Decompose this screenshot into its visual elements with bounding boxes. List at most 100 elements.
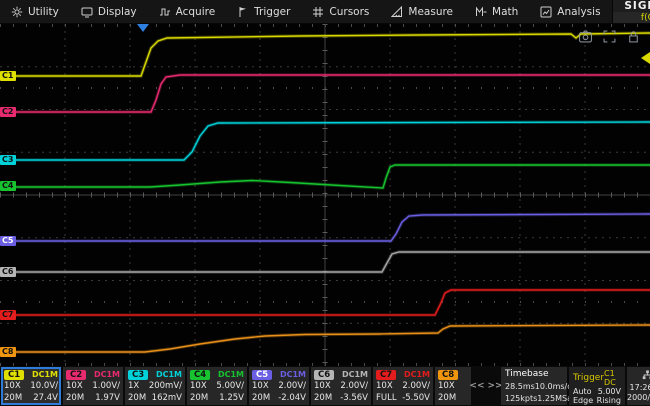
coupling-label: DC1M (342, 370, 368, 379)
edge-label-c5[interactable]: C5 (0, 236, 16, 246)
crosshair-icon (312, 6, 324, 18)
timebase-panel[interactable]: Timebase 28.5ms10.0ms/div 125kpts1.25MSa… (501, 367, 567, 405)
clock-date: 2000/3/16 (627, 393, 650, 402)
channel-offset: 27.4V (33, 393, 58, 403)
menu-label: Display (98, 6, 137, 18)
channel-descriptor-c4[interactable]: C4DC1M 10X5.00V/ 20M1.25V (187, 367, 247, 405)
bandwidth-limit: 20M (128, 393, 146, 403)
menu-label: Utility (28, 6, 59, 18)
waveform-display: C1 C2 C3 C4 C5 C6 C7 C8 (0, 24, 650, 366)
menu-label: Math (492, 6, 518, 18)
edge-label-c3[interactable]: C3 (0, 155, 16, 165)
channel-chip: C4 (190, 370, 210, 380)
probe-attenuation: 10X (438, 381, 455, 391)
channel-descriptor-c7[interactable]: C7DC1M 10X2.00V/ FULL-5.50V (373, 367, 433, 405)
trigger-source: C1 DC (604, 369, 621, 387)
coupling-label: DC1M (94, 370, 120, 379)
volt-scale: 10.0V/ (30, 381, 58, 391)
channel-offset: 1.97V (95, 393, 120, 403)
frequency-counter: f(C1) < 2.0Hz (641, 13, 650, 23)
clock-panel: 17:26:07 2000/3/16 (627, 367, 650, 405)
channel-descriptor-c2[interactable]: C2DC1M 10X1.00V/ 20M1.97V (63, 367, 123, 405)
expand-icon[interactable] (603, 28, 616, 47)
menu-item-utility[interactable]: Utility (0, 0, 70, 23)
status-bar: C1DC1M 10X10.0V/ 20M27.4V C2DC1M 10X1.00… (0, 366, 650, 406)
menu-item-cursors[interactable]: Cursors (301, 0, 380, 23)
channel-chip: C5 (252, 370, 272, 380)
trigger-title: Trigger (573, 373, 604, 383)
coupling-label: DC1M (280, 370, 306, 379)
trigger-level-marker[interactable] (641, 52, 650, 64)
channel-chip: C8 (438, 370, 458, 380)
channel-descriptor-c6[interactable]: C6DC1M 10X2.00V/ 20M-3.56V (311, 367, 371, 405)
channel-descriptor-c8[interactable]: C8 10X 20M (435, 367, 471, 405)
pager-prev-button[interactable]: << (469, 381, 484, 391)
edge-label-c8[interactable]: C8 (0, 347, 16, 357)
math-icon (475, 6, 487, 18)
gear-icon (11, 6, 23, 18)
channel-chip: C3 (128, 370, 148, 380)
channel-pager: << >> (473, 367, 499, 405)
probe-attenuation: 1X (128, 381, 139, 391)
menu-item-analysis[interactable]: Analysis (529, 0, 611, 23)
brand-logo: SIGLENT (624, 0, 650, 12)
menu-item-display[interactable]: Display (70, 0, 148, 23)
trigger-panel[interactable]: TriggerC1 DC Auto5.00V EdgeRising (569, 367, 625, 405)
volt-scale: 2.00V/ (278, 381, 306, 391)
trace-c1 (0, 33, 650, 76)
trace-c5 (0, 214, 650, 241)
menu-item-measure[interactable]: Measure (380, 0, 464, 23)
probe-attenuation: 10X (190, 381, 207, 391)
timebase-title: Timebase (505, 369, 563, 379)
lan-icon (642, 370, 650, 382)
volt-scale: 2.00V/ (340, 381, 368, 391)
ruler-icon (391, 6, 403, 18)
bandwidth-limit: 20M (190, 393, 208, 403)
volt-scale: 200mV/ (149, 381, 182, 391)
menu-label: Acquire (176, 6, 216, 18)
edge-label-c2[interactable]: C2 (0, 107, 16, 117)
menu-label: Trigger (254, 6, 290, 18)
bandwidth-limit: FULL (376, 393, 397, 403)
trigger-position-marker[interactable] (137, 24, 149, 32)
volt-scale: 2.00V/ (402, 381, 430, 391)
sample-points: 125kpts (505, 394, 537, 403)
trigger-slope: Rising (597, 396, 621, 405)
channel-descriptor-c3[interactable]: C3DC1M 1X200mV/ 20M162mV (125, 367, 185, 405)
trace-c3 (0, 122, 650, 160)
brand-status-block: SIGLENT Ready f(C1) < 2.0Hz (612, 0, 650, 23)
menu-item-math[interactable]: Math (464, 0, 529, 23)
timebase-delay: 28.5ms (505, 382, 535, 391)
edge-label-c1[interactable]: C1 (0, 71, 16, 81)
chart-icon (540, 6, 552, 18)
edge-label-c4[interactable]: C4 (0, 181, 16, 191)
channel-offset: -3.56V (340, 393, 368, 403)
channel-descriptor-c5[interactable]: C5DC1M 10X2.00V/ 20M-2.04V (249, 367, 309, 405)
channel-descriptor-c1[interactable]: C1DC1M 10X10.0V/ 20M27.4V (1, 367, 61, 405)
trace-c2 (0, 75, 650, 112)
channel-chip: C1 (4, 370, 24, 380)
coupling-label: DC1M (156, 370, 182, 379)
menu-bar: Utility Display Acquire Trigger Cursors … (0, 0, 650, 24)
coupling-label: DC1M (218, 370, 244, 379)
trace-c6 (0, 252, 650, 272)
trace-c6 (0, 252, 650, 272)
camera-icon[interactable] (579, 28, 592, 47)
lock-icon[interactable] (627, 28, 640, 47)
trace-c7 (0, 290, 650, 315)
channel-offset: -2.04V (278, 393, 306, 403)
probe-attenuation: 10X (252, 381, 269, 391)
edge-label-c6[interactable]: C6 (0, 267, 16, 277)
menu-item-acquire[interactable]: Acquire (148, 0, 227, 23)
trace-c1 (0, 33, 650, 76)
menu-item-trigger[interactable]: Trigger (226, 0, 301, 23)
channel-offset: 1.25V (219, 393, 244, 403)
bandwidth-limit: 20M (66, 393, 84, 403)
bandwidth-limit: 20M (438, 393, 456, 403)
channel-chip: C2 (66, 370, 86, 380)
edge-label-c7[interactable]: C7 (0, 310, 16, 320)
bandwidth-limit: 20M (4, 393, 22, 403)
coupling-label: DC1M (404, 370, 430, 379)
menu-label: Measure (408, 6, 453, 18)
trace-c8 (0, 325, 650, 352)
